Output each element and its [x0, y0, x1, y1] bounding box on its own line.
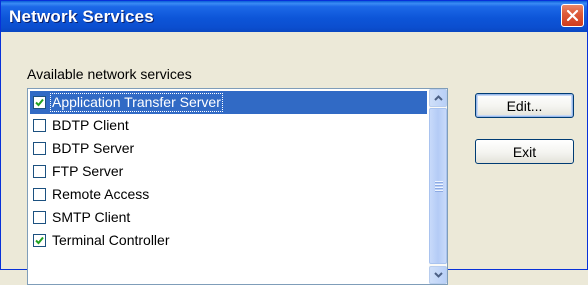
scroll-down-button[interactable] — [429, 266, 447, 284]
vertical-scrollbar[interactable] — [429, 89, 447, 284]
list-item-label: FTP Server — [52, 163, 124, 179]
edit-button[interactable]: Edit... — [475, 93, 574, 118]
close-button[interactable] — [561, 4, 584, 27]
list-item[interactable]: Terminal Controller — [30, 229, 427, 252]
list-item-label: BDTP Client — [52, 117, 129, 133]
scroll-up-button[interactable] — [429, 89, 447, 107]
list-item-label: Remote Access — [52, 186, 150, 202]
checkbox[interactable] — [33, 234, 46, 247]
list-item-label: BDTP Server — [52, 140, 135, 156]
checkbox[interactable] — [33, 165, 46, 178]
list-item[interactable]: SMTP Client — [30, 206, 427, 229]
checkmark-icon — [35, 98, 44, 107]
checkbox[interactable] — [33, 188, 46, 201]
checkbox[interactable] — [33, 211, 46, 224]
grip-icon — [435, 181, 443, 193]
list-item[interactable]: BDTP Client — [30, 114, 427, 137]
scroll-thumb[interactable] — [429, 108, 447, 264]
chevron-up-icon — [433, 95, 443, 101]
checkbox[interactable] — [33, 96, 46, 109]
list-item-label: SMTP Client — [52, 209, 131, 225]
edit-button-label: Edit... — [506, 97, 543, 114]
services-list: Application Transfer Server BDTP Client … — [30, 91, 427, 252]
exit-button-label: Exit — [512, 143, 537, 160]
list-item[interactable]: FTP Server — [30, 160, 427, 183]
checkbox[interactable] — [33, 142, 46, 155]
services-list-label: Available network services — [27, 66, 192, 82]
list-item[interactable]: Remote Access — [30, 183, 427, 206]
dialog-body: Available network services Application T… — [1, 32, 587, 285]
title-bar[interactable]: Network Services — [1, 1, 587, 32]
exit-button[interactable]: Exit — [475, 139, 574, 164]
list-item-label: Application Transfer Server — [50, 93, 223, 112]
list-item-label: Terminal Controller — [52, 232, 170, 248]
list-item[interactable]: BDTP Server — [30, 137, 427, 160]
network-services-dialog: Network Services Available network servi… — [0, 0, 588, 285]
chevron-down-icon — [433, 272, 443, 278]
services-listbox[interactable]: Application Transfer Server BDTP Client … — [27, 88, 448, 285]
list-item[interactable]: Application Transfer Server — [30, 91, 427, 114]
close-icon — [566, 9, 579, 22]
checkbox[interactable] — [33, 119, 46, 132]
checkmark-icon — [35, 236, 44, 245]
window-title: Network Services — [9, 7, 154, 26]
